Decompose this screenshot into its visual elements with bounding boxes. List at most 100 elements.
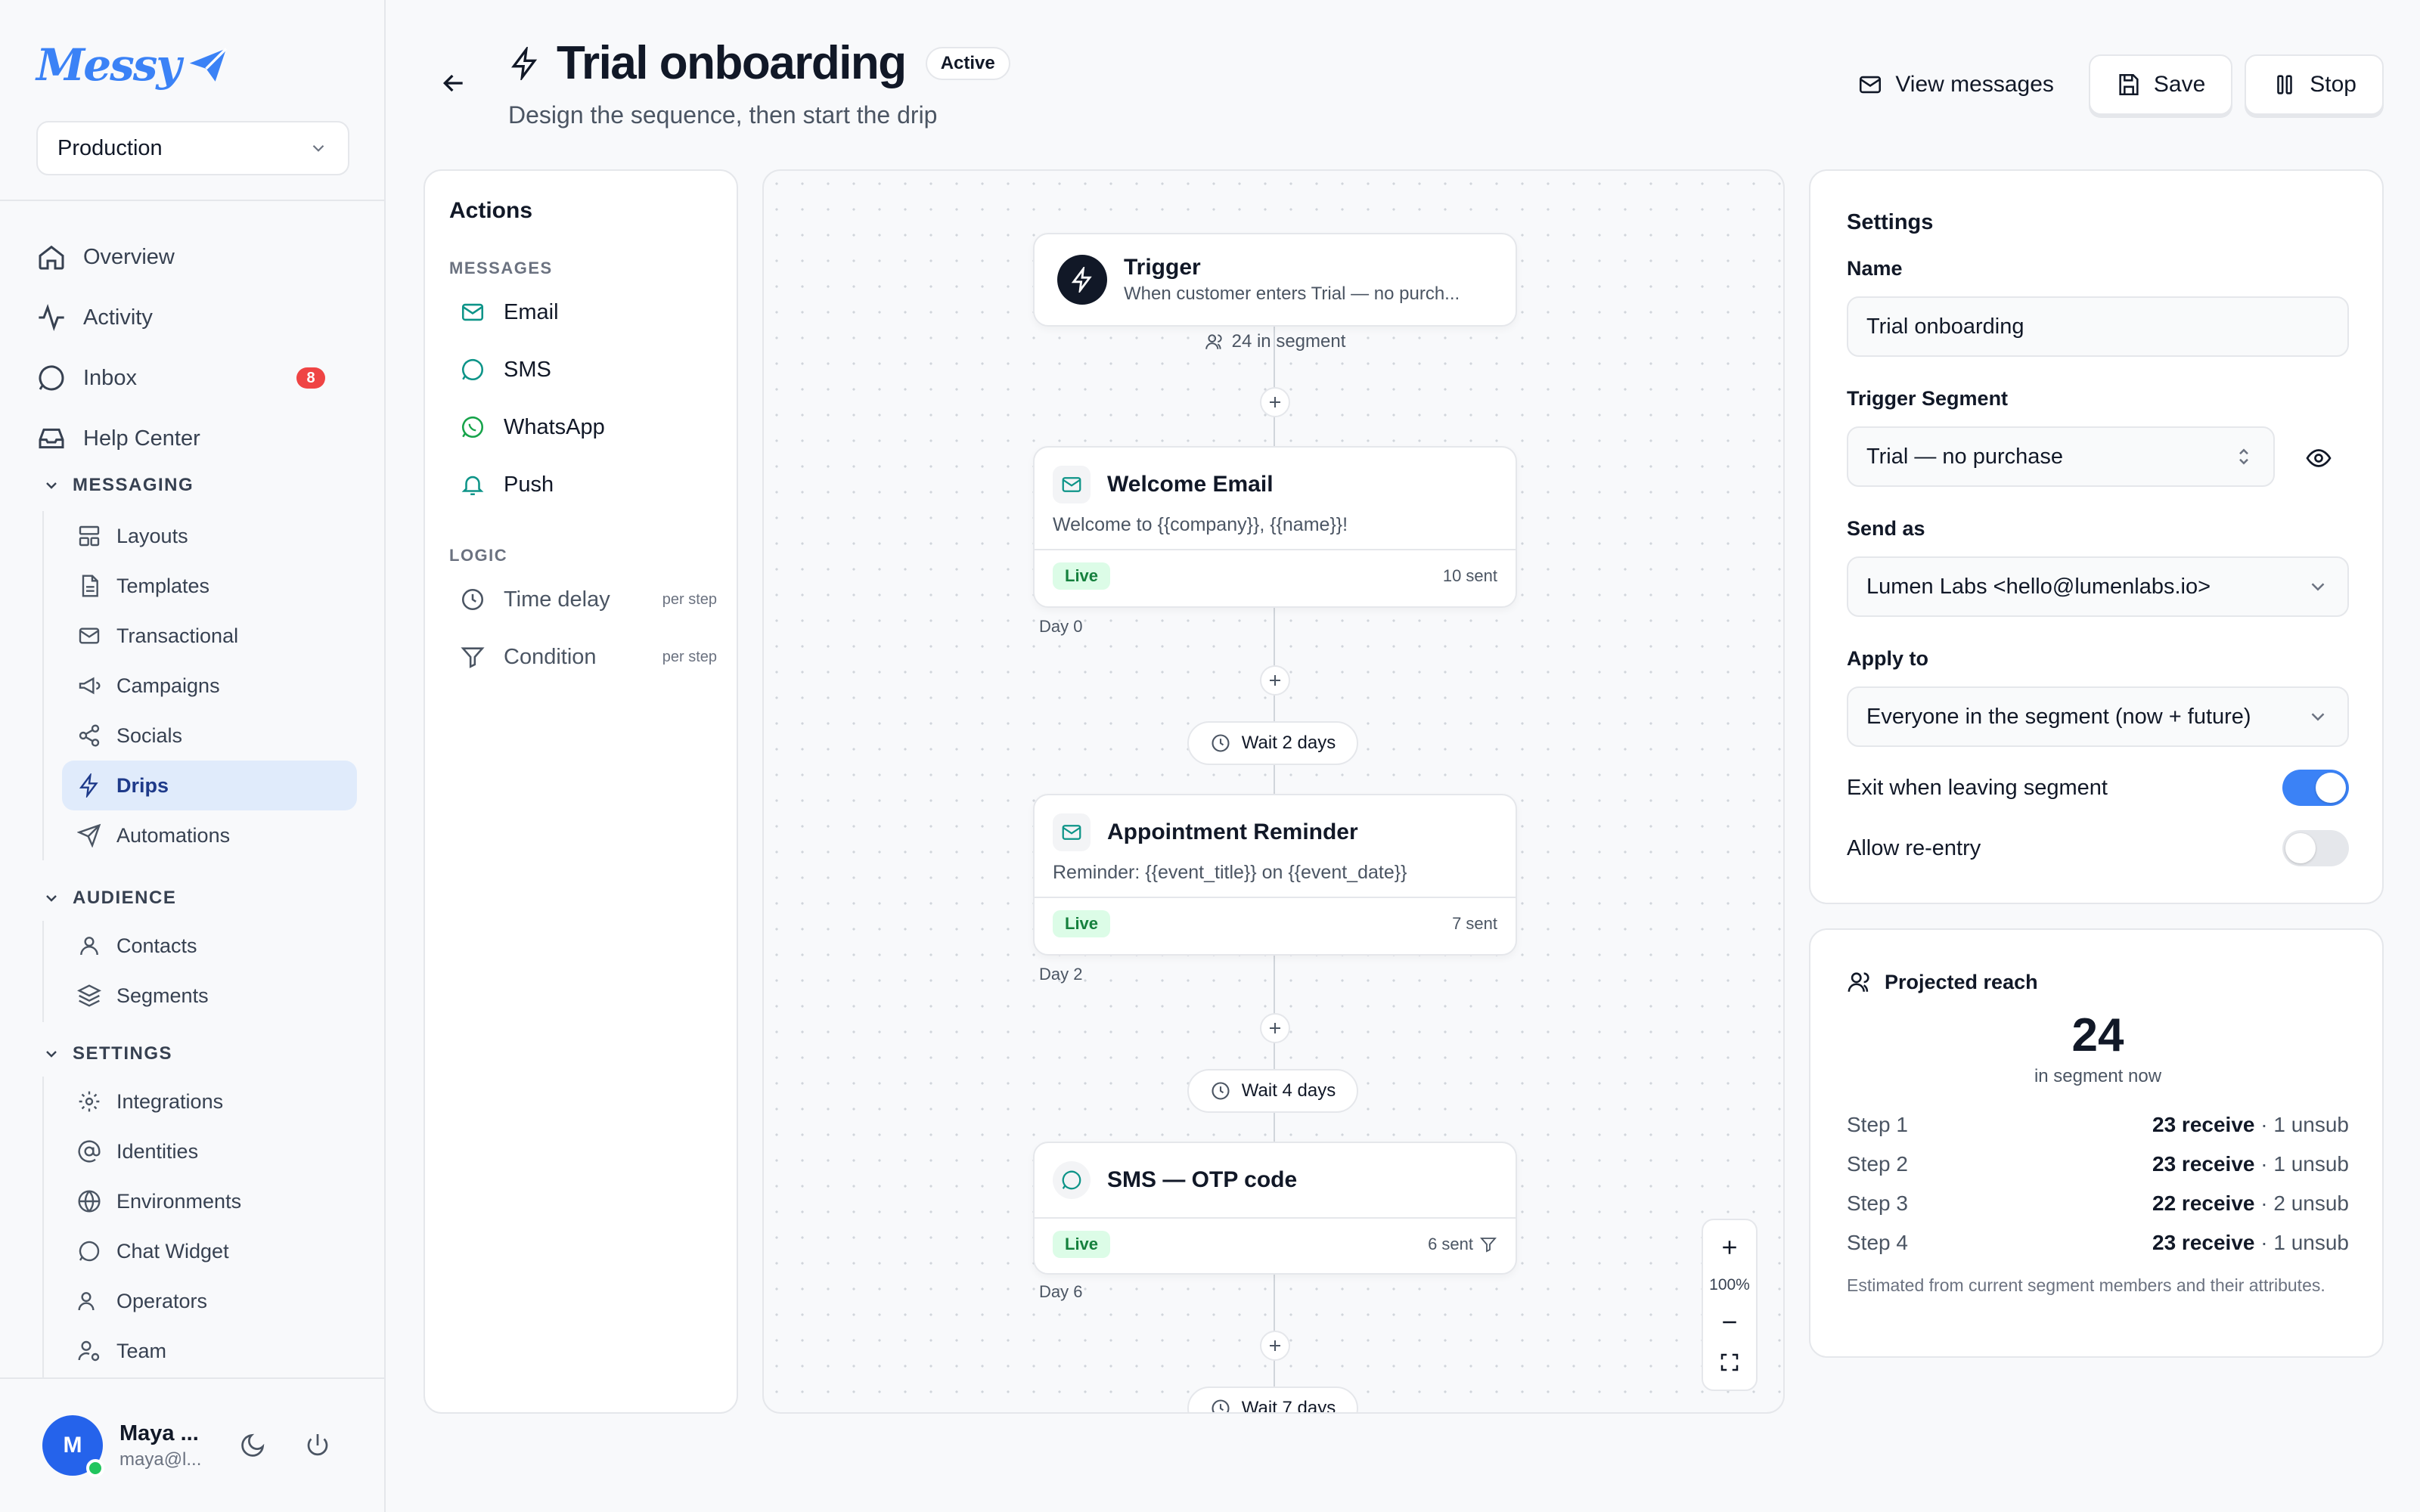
- live-badge: Live: [1053, 910, 1111, 937]
- section-toggle-messaging[interactable]: MESSAGING: [42, 475, 194, 496]
- add-step-button[interactable]: [1260, 387, 1290, 417]
- sidebar-item-drips[interactable]: Drips: [62, 761, 357, 810]
- stop-button[interactable]: Stop: [2245, 54, 2384, 115]
- sidebar-item-identities[interactable]: Identities: [62, 1126, 357, 1176]
- action-push[interactable]: Push: [460, 472, 717, 497]
- nav-item-help-center[interactable]: Help Center: [36, 408, 349, 469]
- user-profile[interactable]: M Maya ... maya@l...: [42, 1415, 201, 1477]
- gear-icon: [79, 1091, 100, 1112]
- segment-count-label: 24 in segment: [1231, 331, 1346, 352]
- day-label: Day 2: [1039, 965, 1083, 984]
- reach-row: Step 4 23 receive · 1 unsub: [1847, 1223, 2349, 1263]
- step-node-appointment-reminder[interactable]: Appointment Reminder Reminder: {{event_t…: [1033, 794, 1517, 956]
- plus-icon: [1270, 397, 1280, 407]
- nav-item-overview[interactable]: Overview: [36, 227, 349, 287]
- user-name: Maya ...: [119, 1421, 199, 1445]
- users-icon: [78, 1292, 95, 1311]
- zoom-out-icon[interactable]: [1718, 1311, 1741, 1334]
- section-toggle-audience[interactable]: AUDIENCE: [42, 888, 176, 909]
- apply-to-select[interactable]: Everyone in the segment (now + future): [1847, 686, 2349, 747]
- add-step-button[interactable]: [1260, 1013, 1290, 1043]
- sidebar-item-team[interactable]: Team: [62, 1326, 357, 1376]
- settings-nav: Integrations Identities Environments Cha…: [42, 1077, 360, 1377]
- sidebar-item-automations[interactable]: Automations: [62, 810, 357, 860]
- sidebar-item-segments[interactable]: Segments: [62, 971, 357, 1021]
- sidebar-item-label: Chat Widget: [116, 1239, 229, 1263]
- users-icon: [1848, 972, 1869, 992]
- step-node-sms-otp[interactable]: SMS — OTP code Live 6 sent: [1033, 1142, 1517, 1275]
- allow-reentry-label: Allow re-entry: [1847, 835, 1981, 860]
- trigger-segment-select[interactable]: Trial — no purchase: [1847, 426, 2275, 487]
- mail-icon: [1860, 76, 1882, 94]
- reach-receive: 23 receive: [2152, 1152, 2255, 1176]
- send-as-value: Lumen Labs <hello@lumenlabs.io>: [1866, 574, 2211, 599]
- nav-item-inbox[interactable]: Inbox 8: [36, 348, 349, 408]
- apply-to-value: Everyone in the segment (now + future): [1866, 704, 2251, 729]
- mail-icon: [1062, 477, 1081, 492]
- sidebar-item-transactional[interactable]: Transactional: [62, 611, 357, 661]
- action-label: Email: [504, 299, 559, 324]
- sidebar-item-layouts[interactable]: Layouts: [62, 511, 357, 561]
- save-button[interactable]: Save: [2088, 54, 2233, 115]
- action-email[interactable]: Email: [460, 299, 717, 325]
- plus-icon: [1270, 1023, 1280, 1033]
- sidebar-item-socials[interactable]: Socials: [62, 711, 357, 761]
- sidebar-item-label: Socials: [116, 723, 183, 747]
- clock-icon: [1212, 1082, 1230, 1100]
- power-icon[interactable]: [304, 1432, 331, 1459]
- message-circle-icon: [79, 1241, 100, 1262]
- toggle-knob: [2316, 773, 2346, 803]
- channel-badge: [1053, 1161, 1091, 1199]
- exit-when-leaving-toggle[interactable]: [2282, 770, 2349, 806]
- action-time-delay[interactable]: Time delay per step: [460, 587, 717, 612]
- add-step-button[interactable]: [1260, 665, 1290, 696]
- button-label: Stop: [2310, 72, 2356, 97]
- step-node-welcome-email[interactable]: Welcome Email Welcome to {{company}}, {{…: [1033, 446, 1517, 608]
- button-label: Save: [2153, 72, 2206, 97]
- apply-to-label: Apply to: [1847, 647, 1928, 670]
- name-field[interactable]: Trial onboarding: [1847, 296, 2349, 357]
- trigger-node[interactable]: Trigger When customer enters Trial — no …: [1033, 233, 1517, 327]
- send-as-select[interactable]: Lumen Labs <hello@lumenlabs.io>: [1847, 556, 2349, 617]
- sidebar-item-contacts[interactable]: Contacts: [62, 921, 357, 971]
- allow-reentry-toggle[interactable]: [2282, 830, 2349, 866]
- trigger-title: Trigger: [1124, 255, 1201, 280]
- wait-step[interactable]: Wait 7 days: [1187, 1387, 1358, 1412]
- brand-logo[interactable]: Messy: [36, 39, 230, 91]
- reach-step: Step 4: [1847, 1231, 1908, 1254]
- globe-icon: [78, 1190, 101, 1213]
- back-arrow-icon[interactable]: [439, 68, 469, 98]
- sidebar-item-templates[interactable]: Templates: [62, 561, 357, 611]
- environment-select[interactable]: Production: [36, 121, 349, 175]
- sidebar-item-integrations[interactable]: Integrations: [62, 1077, 357, 1126]
- nav-item-activity[interactable]: Activity: [36, 287, 349, 348]
- moon-icon[interactable]: [239, 1432, 266, 1459]
- online-status-dot: [86, 1459, 104, 1477]
- actions-panel: Actions MESSAGES Email SMS WhatsApp Push…: [424, 169, 738, 1414]
- name-value: Trial onboarding: [1866, 314, 2024, 339]
- add-step-button[interactable]: [1260, 1331, 1290, 1361]
- plus-icon: [1270, 675, 1280, 686]
- sidebar-item-chat-widget[interactable]: Chat Widget: [62, 1226, 357, 1276]
- wait-step[interactable]: Wait 4 days: [1187, 1069, 1358, 1113]
- eye-icon[interactable]: [2305, 445, 2332, 472]
- wait-step[interactable]: Wait 2 days: [1187, 721, 1358, 765]
- flow-canvas[interactable]: Trigger When customer enters Trial — no …: [762, 169, 1785, 1414]
- chevron-down-icon: [46, 482, 57, 489]
- clock-icon: [1212, 1399, 1230, 1412]
- action-sms[interactable]: SMS: [460, 357, 717, 383]
- toggle-knob: [2285, 833, 2316, 863]
- sidebar-item-operators[interactable]: Operators: [62, 1276, 357, 1326]
- logic-group-label: LOGIC: [449, 546, 508, 565]
- zoom-in-icon[interactable]: [1718, 1236, 1741, 1259]
- view-messages-button[interactable]: View messages: [1835, 54, 2077, 115]
- sidebar-item-environments[interactable]: Environments: [62, 1176, 357, 1226]
- fullscreen-icon[interactable]: [1718, 1351, 1741, 1374]
- reach-title: Projected reach: [1885, 970, 2038, 993]
- action-whatsapp[interactable]: WhatsApp: [460, 414, 717, 440]
- action-condition[interactable]: Condition per step: [460, 644, 717, 670]
- section-toggle-settings[interactable]: SETTINGS: [42, 1043, 172, 1064]
- settings-title: Settings: [1847, 210, 1934, 234]
- reach-step: Step 1: [1847, 1113, 1908, 1136]
- sidebar-item-campaigns[interactable]: Campaigns: [62, 661, 357, 711]
